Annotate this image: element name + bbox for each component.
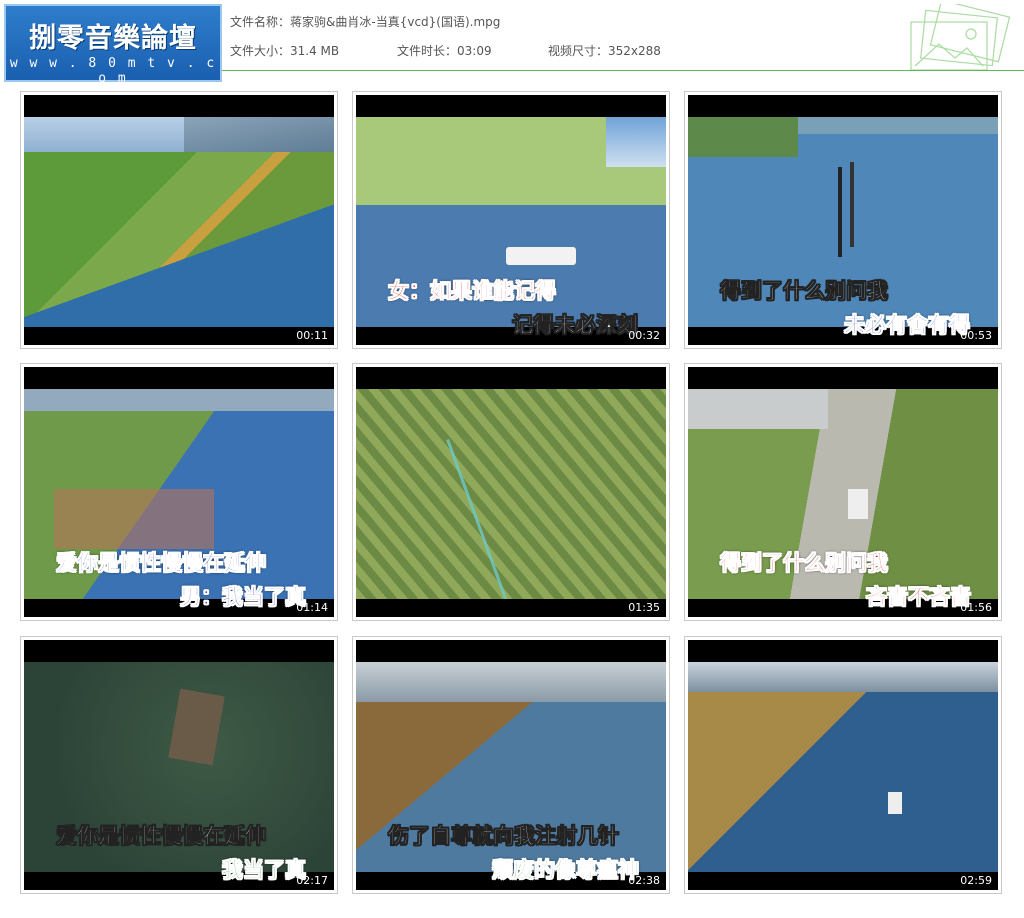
timestamp: 01:35 — [628, 601, 660, 614]
video-frame: 01:35 — [356, 367, 666, 617]
logo-title: 捌零音樂論壇 — [29, 23, 197, 54]
thumbnail-9[interactable]: 02:59 — [684, 636, 1002, 894]
thumbnail-2[interactable]: 女：如果谁能记得 记得未必深刻 00:32 — [352, 91, 670, 349]
file-duration-value: 03:09 — [457, 44, 492, 58]
thumbnail-1[interactable]: 00:11 — [20, 91, 338, 349]
logo-url: w w w . 8 0 m t v . c o m — [9, 56, 217, 86]
scene-vineyard-railway — [24, 117, 334, 327]
subtitle-line-2: 男：我当了真 — [180, 585, 307, 610]
subtitle-line-1: 爱你是惯性慢慢在延伸 — [56, 551, 267, 576]
file-name-row: 文件名称：蒋家驹&曲肖冰-当真{vcd}(国语).mpg — [230, 13, 500, 30]
forum-logo[interactable]: 捌零音樂論壇 w w w . 8 0 m t v . c o m — [4, 4, 222, 86]
subtitle-line-1: 伤了自尊就向我注射几针 — [388, 824, 620, 849]
file-duration-row: 文件时长：03:09 — [397, 42, 492, 59]
scene-lake-boat-sunset — [688, 662, 998, 872]
file-name-label: 文件名称： — [230, 15, 291, 29]
timestamp: 01:56 — [960, 601, 992, 614]
timestamp: 00:53 — [960, 329, 992, 342]
subtitle-line-2: 记得未必深刻 — [512, 313, 639, 338]
header-divider — [222, 70, 1024, 71]
timestamp: 02:17 — [296, 874, 328, 887]
thumbnail-3[interactable]: 得到了什么别问我 未必有舍有得 00:53 — [684, 91, 1002, 349]
video-frame: 女：如果谁能记得 记得未必深刻 00:32 — [356, 95, 666, 345]
subtitle-line-1: 爱你是惯性慢慢在延伸 — [56, 824, 267, 849]
thumbnail-5[interactable]: 01:35 — [352, 363, 670, 621]
scene-vineyard-rows — [356, 389, 666, 599]
timestamp: 02:59 — [960, 874, 992, 887]
video-dims-value: 352x288 — [608, 44, 661, 58]
video-frame: 爱你是惯性慢慢在延伸 男：我当了真 01:14 — [24, 367, 334, 617]
video-frame: 00:11 — [24, 95, 334, 345]
subtitle-line-1: 女：如果谁能记得 — [388, 279, 557, 304]
file-duration-label: 文件时长： — [397, 44, 458, 58]
thumbnail-4[interactable]: 爱你是惯性慢慢在延伸 男：我当了真 01:14 — [20, 363, 338, 621]
video-frame: 伤了自尊就向我注射几针 颓废的像尊瘟神 02:38 — [356, 640, 666, 890]
subtitle-line-2: 颓废的像尊瘟神 — [492, 858, 640, 883]
photo-stack-icon — [910, 4, 1011, 71]
subtitle-line-1: 得到了什么别问我 — [720, 551, 889, 576]
header: 捌零音樂論壇 w w w . 8 0 m t v . c o m 文件名称：蒋家… — [0, 0, 1024, 86]
thumbnail-8[interactable]: 伤了自尊就向我注射几针 颓废的像尊瘟神 02:38 — [352, 636, 670, 894]
timestamp: 02:38 — [628, 874, 660, 887]
subtitle-line-1: 得到了什么别问我 — [720, 279, 889, 304]
file-size-value: 31.4 MB — [290, 44, 340, 58]
file-size-row: 文件大小：31.4 MB — [230, 42, 339, 59]
video-frame: 得到了什么别问我 吝啬不吝啬 01:56 — [688, 367, 998, 617]
video-frame: 得到了什么别问我 未必有舍有得 00:53 — [688, 95, 998, 345]
file-size-label: 文件大小： — [230, 44, 291, 58]
timestamp: 01:14 — [296, 601, 328, 614]
subtitle-line-2: 我当了真 — [222, 858, 307, 883]
video-frame: 爱你是惯性慢慢在延伸 我当了真 02:17 — [24, 640, 334, 890]
thumbnail-7[interactable]: 爱你是惯性慢慢在延伸 我当了真 02:17 — [20, 636, 338, 894]
subtitle-line-2: 吝啬不吝啬 — [866, 585, 972, 610]
timestamp: 00:11 — [296, 329, 328, 342]
thumbnail-6[interactable]: 得到了什么别问我 吝啬不吝啬 01:56 — [684, 363, 1002, 621]
file-name-value: 蒋家驹&曲肖冰-当真{vcd}(国语).mpg — [290, 15, 501, 29]
video-dims-label: 视频尺寸： — [548, 44, 609, 58]
video-dims-row: 视频尺寸：352x288 — [548, 42, 661, 59]
subtitle-line-2: 未必有舍有得 — [844, 313, 971, 338]
timestamp: 00:32 — [628, 329, 660, 342]
video-frame: 02:59 — [688, 640, 998, 890]
